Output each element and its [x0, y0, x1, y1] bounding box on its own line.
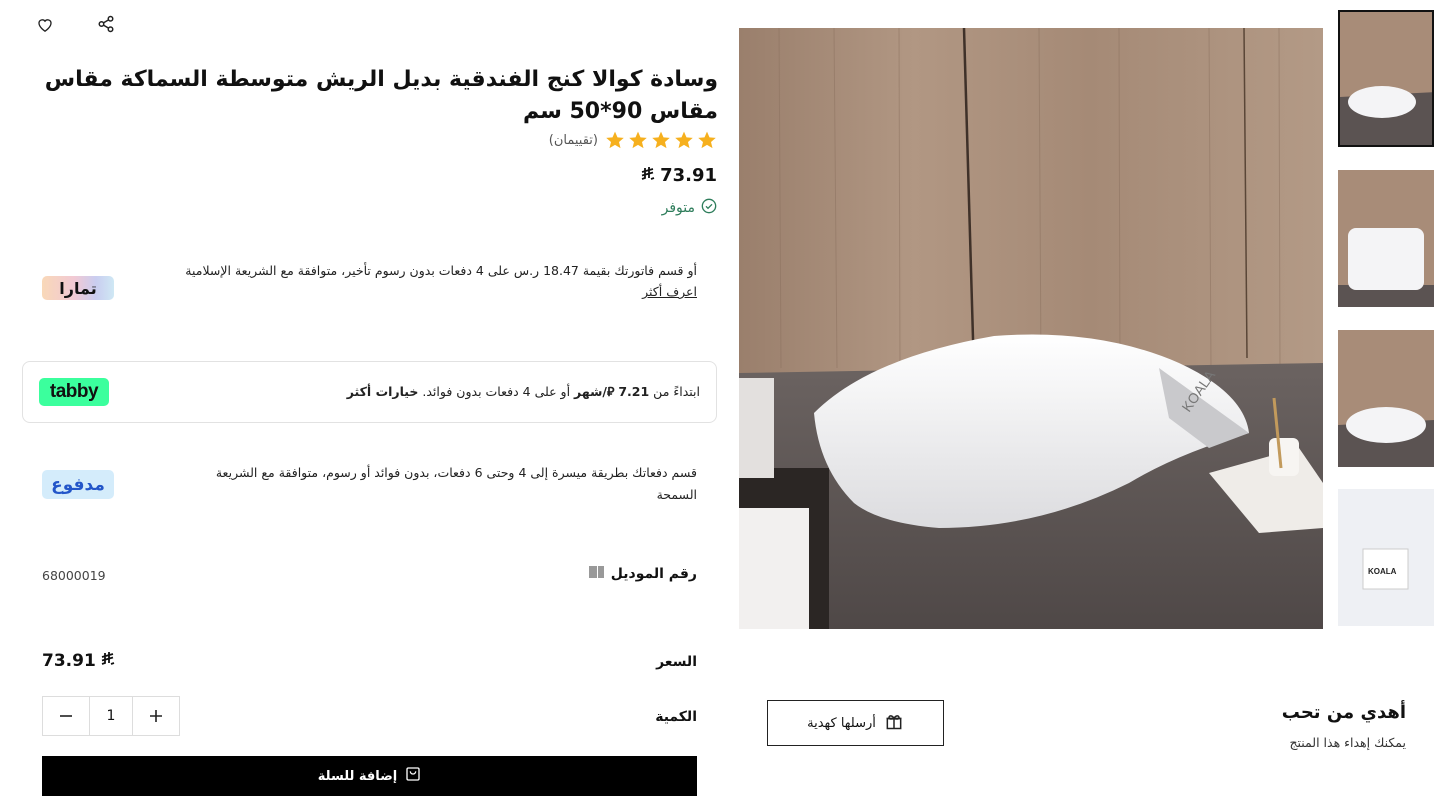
stock-label: متوفر	[661, 200, 695, 216]
star-icon	[629, 131, 647, 149]
thumbnail-1[interactable]	[1338, 10, 1434, 147]
tabby-prefix: ابتداءً من	[649, 384, 700, 399]
stock-status: متوفر	[662, 198, 717, 218]
thumbnail-5[interactable]	[1338, 648, 1434, 654]
quantity-label: الكمية	[655, 709, 697, 725]
riyal-icon	[100, 651, 116, 671]
madfu-text: قسم دفعاتك بطريقة ميسرة إلى 4 وحتى 6 دفع…	[215, 465, 697, 502]
add-to-cart-button[interactable]: إضافة للسلة	[42, 756, 697, 796]
send-as-gift-label: أرسلها كهدية	[807, 715, 876, 731]
model-label-text: رقم الموديل	[610, 566, 697, 582]
rating-count: (تقييمان)	[548, 132, 598, 148]
tamara-text: أو قسم فاتورتك بقيمة 18.47 ر.س على 4 دفع…	[185, 263, 697, 278]
decrease-quantity-button[interactable]	[43, 697, 89, 735]
price-summary-value: 73.91	[42, 651, 96, 671]
cart-icon	[405, 766, 421, 786]
thumbnail-3[interactable]	[1338, 330, 1434, 467]
barcode-icon	[589, 566, 605, 582]
tabby-per-month: /شهر	[574, 384, 607, 399]
gift-section-subtitle: يمكنك إهداء هذا المنتج	[1289, 735, 1406, 750]
tabby-logo: tabby	[39, 378, 109, 406]
tamara-learn-more-link[interactable]: اعرف أكثر	[642, 284, 697, 299]
tabby-amount: 7.21	[618, 384, 650, 399]
check-circle-icon	[701, 198, 717, 218]
star-icon	[698, 131, 716, 149]
svg-text:KOALA: KOALA	[1368, 567, 1397, 576]
star-icon	[652, 131, 670, 149]
star-icon	[606, 131, 624, 149]
model-number-value: 68000019	[42, 568, 106, 583]
tabby-currency: ⃁	[606, 384, 615, 399]
thumbnail-4[interactable]: KOALA	[1338, 489, 1434, 626]
quantity-stepper[interactable]: 1	[42, 696, 180, 736]
tabby-text: ابتداءً من 7.21 ⃁/شهر أو على 4 دفعات بدو…	[140, 381, 700, 403]
model-number-label: رقم الموديل	[589, 566, 697, 582]
riyal-icon	[640, 166, 656, 185]
star-icon	[675, 131, 693, 149]
gift-icon	[884, 711, 904, 735]
tabby-suffix: أو على 4 دفعات بدون فوائد.	[418, 384, 575, 399]
madfu-logo: مدفوع	[42, 470, 114, 499]
price-label: السعر	[656, 654, 697, 670]
price-summary: 73.91	[42, 651, 116, 671]
gift-section-title: أهدي من تحب	[1281, 702, 1406, 723]
add-to-cart-label: إضافة للسلة	[317, 768, 398, 784]
product-price: 73.91	[640, 165, 717, 186]
send-as-gift-button[interactable]: أرسلها كهدية	[767, 700, 944, 746]
share-icon[interactable]	[94, 12, 118, 36]
quantity-input[interactable]: 1	[89, 697, 133, 735]
product-rating[interactable]: (تقييمان)	[549, 130, 717, 150]
tamara-logo: تمارا	[42, 276, 114, 300]
price-value: 73.91	[660, 165, 717, 186]
increase-quantity-button[interactable]	[133, 697, 179, 735]
product-title: وسادة كوالا كنج الفندقية بديل الريش متوس…	[44, 67, 718, 124]
tabby-more-options-link[interactable]: خيارات أكثر	[347, 384, 419, 399]
thumbnail-2[interactable]	[1338, 170, 1434, 307]
product-main-image[interactable]: KOALA	[739, 28, 1323, 629]
wishlist-heart-icon[interactable]	[33, 12, 57, 36]
rating-stars	[605, 130, 717, 150]
